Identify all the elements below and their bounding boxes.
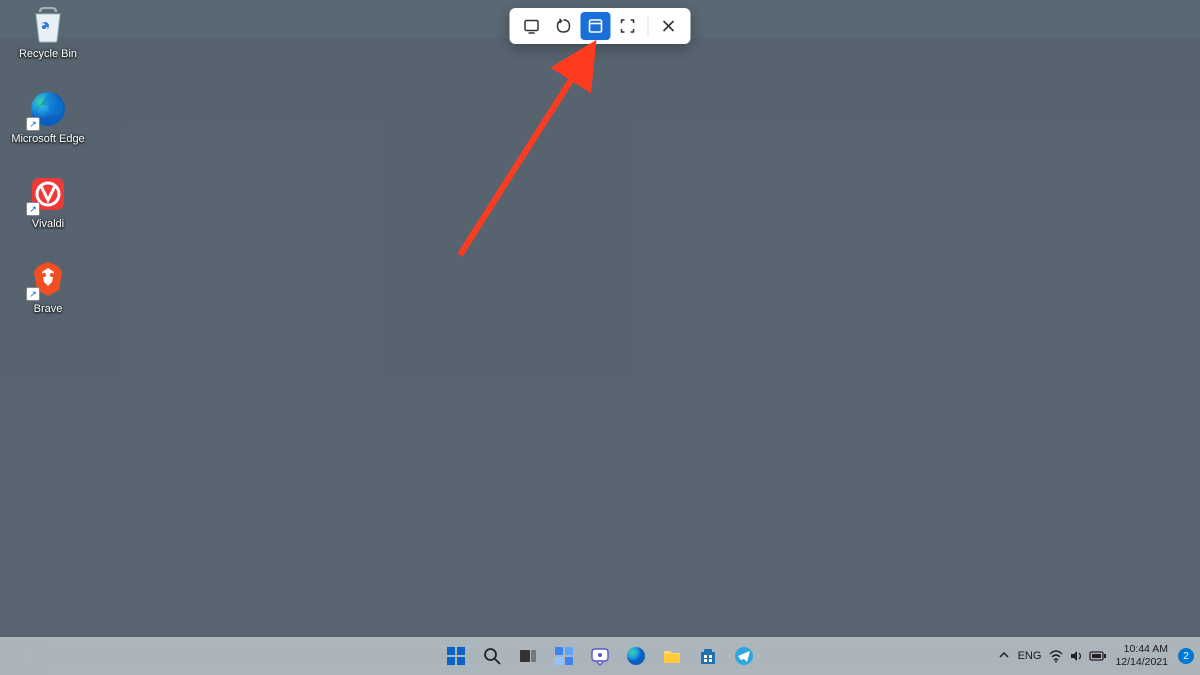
freeform-snip-button[interactable] — [549, 12, 579, 40]
edge-taskbar-icon[interactable] — [620, 640, 652, 672]
vivaldi-icon: ↗ — [28, 174, 68, 214]
search-button[interactable] — [476, 640, 508, 672]
clock-time: 10:44 AM — [1115, 643, 1168, 656]
recycle-bin-icon — [28, 4, 68, 44]
desktop-icon-recycle-bin[interactable]: Recycle Bin — [8, 4, 88, 61]
desktop-icon-label: Microsoft Edge — [11, 133, 84, 146]
shortcut-overlay-icon: ↗ — [26, 287, 40, 301]
snipping-tool-toolbar — [510, 8, 691, 44]
widgets-button[interactable] — [548, 640, 580, 672]
close-snip-button[interactable] — [654, 12, 684, 40]
wifi-icon — [1049, 649, 1063, 663]
desktop-icons-column: Recycle Bin ↗ Mic — [8, 4, 88, 316]
brave-icon: ↗ — [28, 259, 68, 299]
battery-icon — [1089, 650, 1107, 662]
clock-date: 12/14/2021 — [1115, 656, 1168, 669]
notification-badge[interactable]: 2 — [1178, 648, 1194, 664]
desktop-icon-label: Vivaldi — [32, 218, 64, 231]
tray-overflow-button[interactable] — [998, 649, 1010, 664]
network-volume-battery-group[interactable] — [1049, 649, 1107, 663]
task-view-button[interactable] — [512, 640, 544, 672]
start-button[interactable] — [440, 640, 472, 672]
desktop-background: Recycle Bin ↗ Mic — [0, 0, 1200, 675]
chat-button[interactable] — [584, 640, 616, 672]
fullscreen-snip-button[interactable] — [613, 12, 643, 40]
shortcut-overlay-icon: ↗ — [26, 202, 40, 216]
window-snip-button[interactable] — [581, 12, 611, 40]
shortcut-overlay-icon: ↗ — [26, 117, 40, 131]
telegram-icon[interactable] — [728, 640, 760, 672]
toolbar-divider — [648, 16, 649, 36]
desktop-icon-microsoft-edge[interactable]: ↗ Microsoft Edge — [8, 89, 88, 146]
file-explorer-icon[interactable] — [656, 640, 688, 672]
taskbar-center-apps — [440, 640, 760, 672]
rectangular-snip-button[interactable] — [517, 12, 547, 40]
volume-icon — [1069, 649, 1083, 663]
language-indicator[interactable]: ENG — [1018, 650, 1042, 662]
taskbar: ENG 10:44 AM 12/14/2021 2 — [0, 637, 1200, 675]
snip-dim-overlay — [0, 38, 1200, 637]
desktop-icon-vivaldi[interactable]: ↗ Vivaldi — [8, 174, 88, 231]
taskbar-clock[interactable]: 10:44 AM 12/14/2021 — [1115, 643, 1170, 669]
microsoft-store-icon[interactable] — [692, 640, 724, 672]
desktop-icon-label: Brave — [34, 303, 63, 316]
desktop-icon-brave[interactable]: ↗ Brave — [8, 259, 88, 316]
desktop-icon-label: Recycle Bin — [19, 48, 77, 61]
system-tray: ENG 10:44 AM 12/14/2021 2 — [998, 637, 1194, 675]
edge-icon: ↗ — [28, 89, 68, 129]
